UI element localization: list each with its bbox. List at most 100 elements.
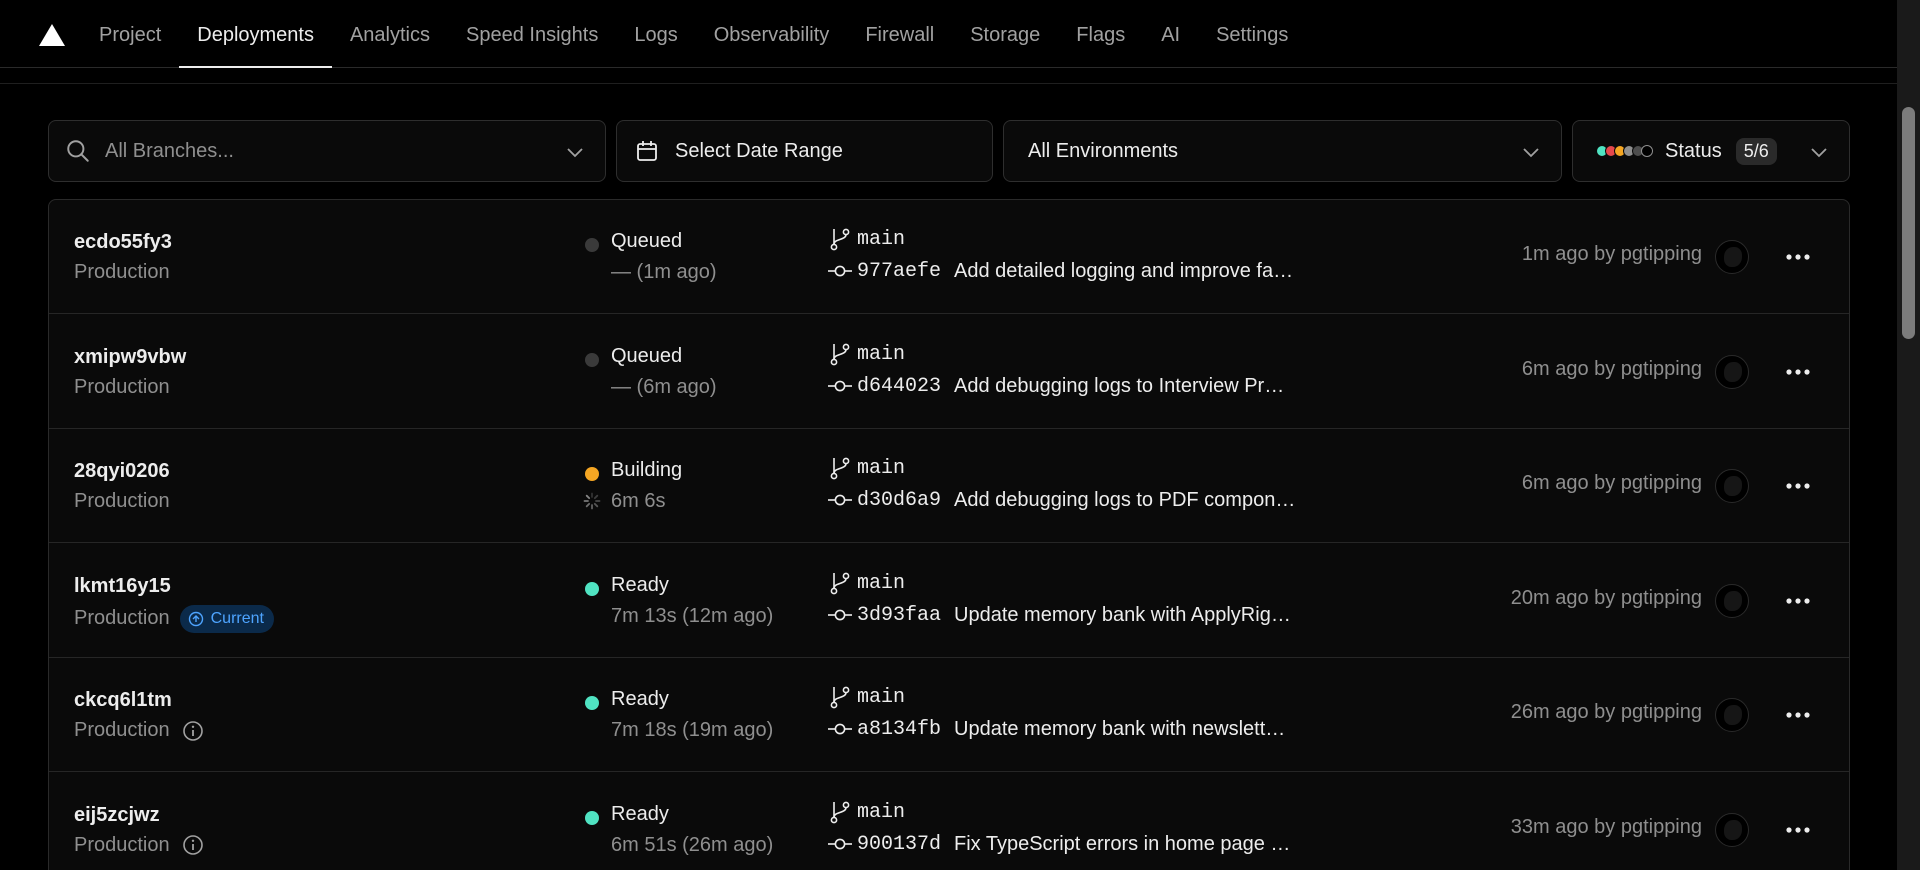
status-label: Building [611,459,683,481]
status-color-dots [1596,145,1653,157]
git-branch-icon [830,228,850,251]
deployment-id[interactable]: eij5zcjwz [74,804,160,827]
commit-sha[interactable]: a8134fb [857,718,941,741]
tab-project[interactable]: Project [81,0,179,68]
commit-sha[interactable]: d644023 [857,375,941,398]
status-filter[interactable]: Status 5/6 [1572,120,1850,182]
chevron-down-icon [1523,148,1539,158]
tab-observability[interactable]: Observability [696,0,848,68]
branch-name[interactable]: main [857,343,905,366]
tab-flags[interactable]: Flags [1058,0,1143,68]
deployment-id[interactable]: xmipw9vbw [74,346,186,369]
tab-logs[interactable]: Logs [616,0,695,68]
deployment-meta: 26m ago by pgtipping [1510,701,1702,723]
git-branch-icon [830,343,850,365]
branch-name[interactable]: main [857,801,905,824]
deployment-row[interactable]: eij5zcjwz Production Ready 6m 51s (26m a… [49,773,1849,870]
commit-sha[interactable]: 3d93faa [857,604,941,627]
deployment-id[interactable]: ecdo55fy3 [74,231,172,254]
deployment-environment: Production [74,834,204,857]
branch-name[interactable]: main [857,572,905,595]
git-commit-icon [828,838,852,849]
branch-name[interactable]: main [857,228,905,251]
current-badge-label: Current [210,609,264,627]
status-duration: — (1m ago) [611,261,717,283]
commit-message[interactable]: Add debugging logs to Interview Pr… [954,375,1364,398]
date-range-filter[interactable]: Select Date Range [616,120,993,182]
deployment-row[interactable]: xmipw9vbw Production Queued — (6m ago) m… [49,315,1849,429]
info-icon[interactable] [182,720,204,742]
git-commit-icon [828,609,852,620]
environment-filter[interactable]: All Environments [1003,120,1562,182]
deployment-row[interactable]: 28qyi0206 Production Building 6m 6s main… [49,429,1849,543]
deployments-list: ecdo55fy3 Production Queued — (1m ago) m… [48,199,1850,870]
branch-name[interactable]: main [857,457,905,480]
environment-filter-label: All Environments [1028,139,1179,162]
more-options-icon[interactable] [1784,245,1812,269]
deployment-row[interactable]: ckcq6l1tm Production Ready 7m 18s (19m a… [49,658,1849,772]
environment-label: Production [74,719,170,741]
commit-sha[interactable]: d30d6a9 [857,489,941,512]
avatar[interactable] [1715,812,1749,847]
scrollbar-thumb[interactable] [1902,107,1915,339]
chevron-down-icon [1811,148,1827,158]
more-options-icon[interactable] [1784,703,1812,727]
arrow-up-circle-icon [188,611,203,626]
search-icon [67,140,89,162]
tab-analytics[interactable]: Analytics [332,0,448,68]
status-label: Ready [611,573,669,596]
avatar[interactable] [1715,354,1749,389]
branch-name[interactable]: main [857,686,905,709]
commit-sha[interactable]: 977aefe [857,260,941,283]
status-label: Queued [611,230,683,252]
scrollbar[interactable] [1897,0,1920,870]
tab-settings[interactable]: Settings [1198,0,1306,68]
deployment-row[interactable]: lkmt16y15 Production Current Ready 7m 13… [49,544,1849,658]
status-label: Ready [611,802,669,825]
deployment-id[interactable]: 28qyi0206 [74,460,170,483]
divider [0,83,1897,84]
commit-message[interactable]: Add debugging logs to PDF compon… [954,489,1364,512]
commit-message[interactable]: Fix TypeScript errors in home page … [954,833,1364,856]
environment-label: Production [74,375,170,398]
spinner-icon [583,492,601,510]
more-options-icon[interactable] [1784,589,1812,613]
tab-ai[interactable]: AI [1143,0,1198,68]
branch-filter-placeholder: All Branches... [105,139,234,162]
tab-speed-insights[interactable]: Speed Insights [448,0,616,68]
avatar[interactable] [1715,583,1749,618]
commit-message[interactable]: Update memory bank with newslett… [954,718,1364,741]
current-badge: Current [179,604,274,633]
deployment-meta: 1m ago by pgtipping [1521,243,1702,265]
deployment-meta: 20m ago by pgtipping [1510,586,1702,609]
info-icon[interactable] [182,834,204,856]
commit-message[interactable]: Add detailed logging and improve fa… [954,260,1364,283]
deployment-meta: 33m ago by pgtipping [1510,815,1702,838]
commit-sha[interactable]: 900137d [857,833,941,856]
date-range-label: Select Date Range [675,139,843,162]
status-indicator [585,467,599,481]
environment-label: Production [74,490,170,512]
branch-filter[interactable]: All Branches... [48,120,606,182]
commit-message[interactable]: Update memory bank with ApplyRig… [954,604,1364,627]
avatar[interactable] [1715,698,1749,732]
more-options-icon[interactable] [1784,818,1812,842]
environment-label: Production [74,833,170,856]
environment-label: Production [74,607,170,629]
status-indicator [585,581,599,596]
deployment-id[interactable]: lkmt16y15 [74,575,171,598]
tab-deployments[interactable]: Deployments [179,0,332,68]
status-duration: 6m 51s (26m ago) [611,833,774,856]
more-options-icon[interactable] [1784,360,1812,384]
deployment-row[interactable]: ecdo55fy3 Production Queued — (1m ago) m… [49,200,1849,314]
avatar[interactable] [1715,469,1749,503]
avatar[interactable] [1715,240,1749,274]
tab-firewall[interactable]: Firewall [847,0,952,68]
vercel-logo-icon[interactable] [39,24,65,46]
deployment-id[interactable]: ckcq6l1tm [74,689,172,712]
git-commit-icon [828,723,852,735]
status-duration: 6m 6s [611,490,666,512]
more-options-icon[interactable] [1784,474,1812,498]
tab-storage[interactable]: Storage [952,0,1058,68]
nav-tabs: Project Deployments Analytics Speed Insight… [81,0,1306,68]
